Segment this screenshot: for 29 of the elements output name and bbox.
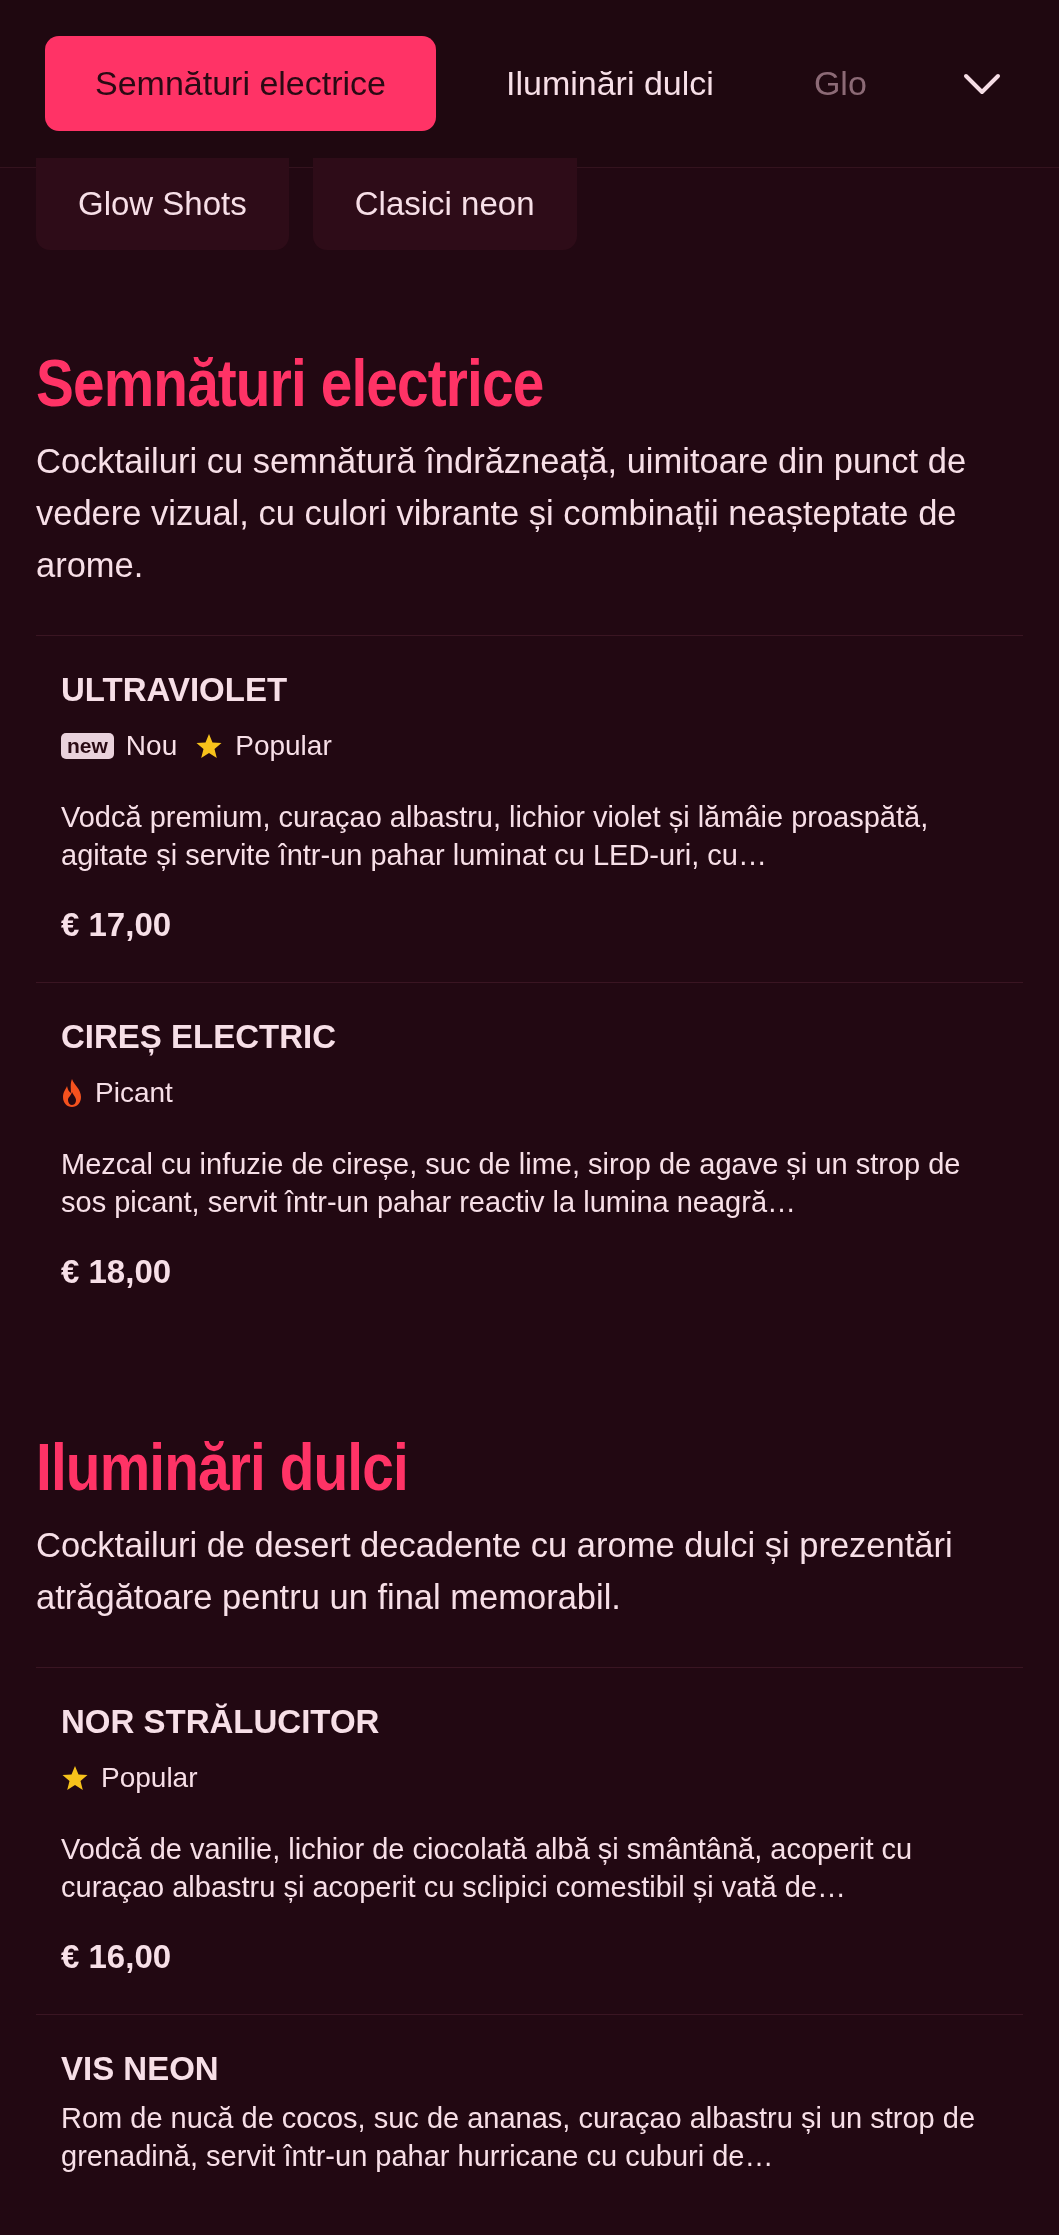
tag-label: Popular bbox=[101, 1762, 198, 1794]
category-pill[interactable]: Glow Shots bbox=[36, 158, 289, 250]
star-icon bbox=[61, 1764, 89, 1792]
chevron-down-icon[interactable] bbox=[962, 71, 1002, 96]
tag-label: Popular bbox=[235, 730, 332, 762]
item-name: NOR STRĂLUCITOR bbox=[61, 1702, 381, 1742]
item-description: Vodcă de vanilie, lichior de ciocolată albă și smântână, acoperit cu curaçao albastru și acoperit cu sclipici comestibil și vată de… bbox=[61, 1832, 914, 1905]
category-tab[interactable]: Iluminări dulci bbox=[456, 36, 764, 131]
item-description: Vodcă premium, curaçao albastru, lichior violet și lămâie proaspătă, agitate și servite într-un pahar luminat cu LED-uri, cu… bbox=[61, 800, 930, 873]
star-icon bbox=[195, 732, 224, 760]
item-price: € 16,00 bbox=[61, 1938, 173, 1976]
section-title: Semnături electrice bbox=[36, 345, 545, 421]
section-description: Cocktailuri cu semnătură îndrăzneață, uimitoare din punct de vedere vizual, cu culori vibrante și combinații neașteptate de arome. bbox=[36, 441, 968, 586]
item-name: VIS NEON bbox=[61, 2049, 220, 2089]
section-title: Iluminări dulci bbox=[36, 1429, 409, 1505]
item-price: € 18,00 bbox=[61, 1253, 173, 1291]
item-description: Mezcal cu infuzie de cireșe, suc de lime, sirop de agave și un strop de sos picant, servit într-un pahar reactiv la lumina neagră… bbox=[61, 1147, 962, 1220]
new-badge: new bbox=[61, 733, 114, 759]
item-price: € 17,00 bbox=[61, 906, 173, 944]
category-tab[interactable]: Glo bbox=[783, 36, 867, 131]
item-name: ULTRAVIOLET bbox=[61, 670, 289, 710]
category-pill[interactable]: Clasici neon bbox=[312, 158, 577, 250]
tag-label: Nou bbox=[125, 730, 178, 762]
section-description: Cocktailuri de desert decadente cu arome dulci și prezentări atrăgătoare pentru un final memorabil. bbox=[36, 1525, 954, 1618]
flame-icon bbox=[61, 1078, 83, 1108]
item-description: Rom de nucă de cocos, suc de ananas, curaçao albastru și un strop de grenadină, servit într-un pahar hurricane cu cuburi de… bbox=[61, 2101, 977, 2174]
category-tab[interactable]: Semnături electrice bbox=[45, 36, 436, 131]
tag-label: Picant bbox=[95, 1077, 173, 1109]
item-name: CIREȘ ELECTRIC bbox=[61, 1017, 338, 1057]
